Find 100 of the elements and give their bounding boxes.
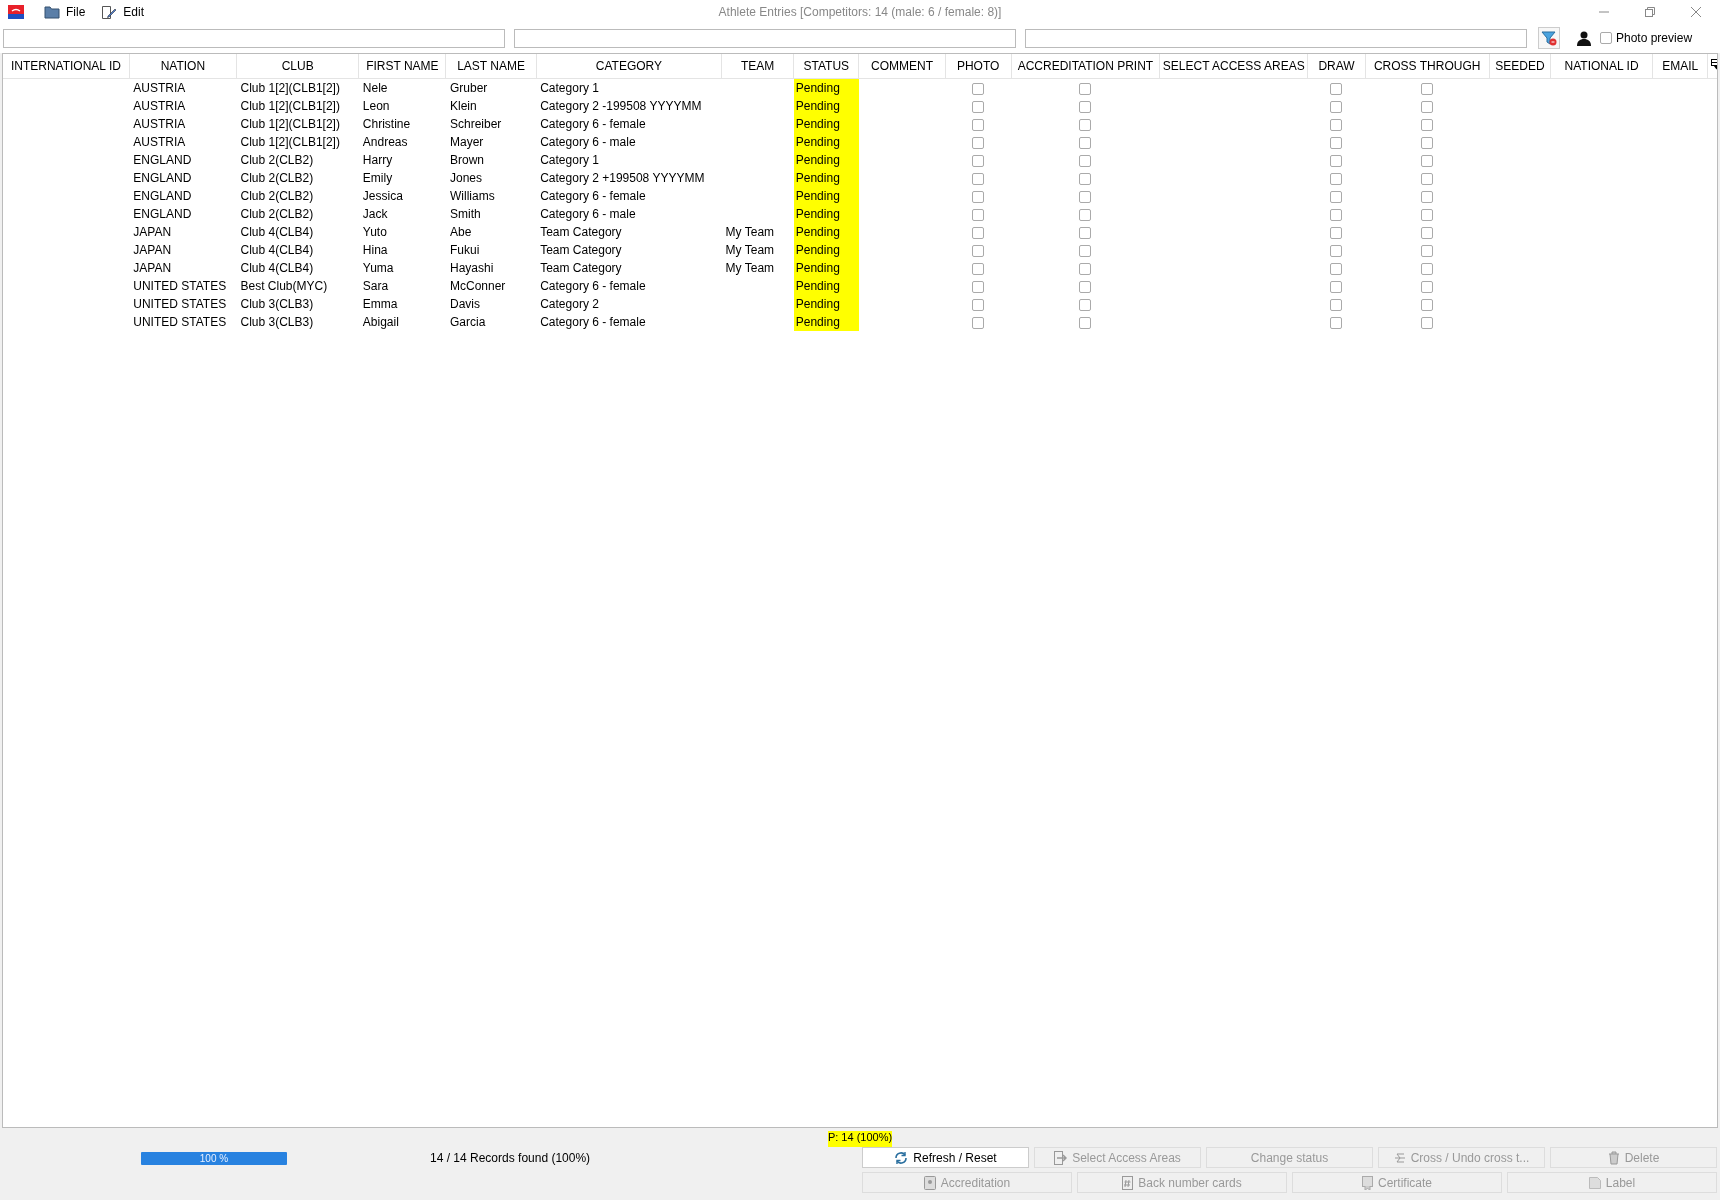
checkbox[interactable] (972, 82, 985, 95)
column-header[interactable]: CLUB (236, 54, 359, 79)
checkbox[interactable] (1079, 136, 1092, 149)
folder-icon (44, 5, 60, 19)
checkbox[interactable] (1421, 118, 1434, 131)
column-header[interactable]: COMMENT (858, 54, 946, 79)
column-header[interactable]: TEAM (721, 54, 794, 79)
checkbox[interactable] (1079, 226, 1092, 239)
menu-item[interactable]: Edit (95, 4, 151, 20)
refresh-icon (894, 1150, 909, 1165)
checkbox[interactable] (1330, 118, 1343, 131)
checkbox[interactable] (1330, 208, 1343, 221)
checkbox[interactable] (1421, 172, 1434, 185)
category-cell: Category 1 (540, 153, 599, 167)
checkbox[interactable] (1330, 100, 1343, 113)
photo-preview-checkbox[interactable]: Photo preview (1600, 31, 1693, 45)
checkbox[interactable] (1330, 172, 1343, 185)
column-header[interactable]: PHOTO (945, 54, 1012, 79)
status-summary: P: 14 (100%) (827, 1131, 893, 1147)
checkbox[interactable] (972, 262, 985, 275)
checkbox[interactable] (1079, 82, 1092, 95)
checkbox[interactable] (1421, 82, 1434, 95)
column-header[interactable]: CATEGORY (536, 54, 722, 79)
checkbox[interactable] (972, 154, 985, 167)
first-name-cell: Jack (362, 207, 388, 221)
checkbox[interactable] (972, 136, 985, 149)
checkbox[interactable] (972, 226, 985, 239)
column-header[interactable]: NATION (129, 54, 237, 79)
column-header[interactable]: SEEDED (1489, 54, 1551, 79)
checkbox[interactable] (1421, 280, 1434, 293)
column-header[interactable]: EMAIL (1652, 54, 1708, 79)
column-header[interactable]: LAST NAME (446, 54, 537, 79)
column-header[interactable]: INTERNATIONAL ID (3, 54, 130, 79)
column-header[interactable]: DRAW (1307, 54, 1366, 79)
checkbox[interactable] (972, 298, 985, 311)
checkbox[interactable] (1421, 154, 1434, 167)
checkbox[interactable] (972, 208, 985, 221)
checkbox[interactable] (1330, 154, 1343, 167)
checkbox[interactable] (1330, 262, 1343, 275)
checkbox[interactable] (1079, 244, 1092, 257)
checkbox[interactable] (1421, 244, 1434, 257)
first-name-cell: Hina (362, 243, 388, 257)
checkbox[interactable] (1330, 82, 1343, 95)
club-cell: Club 1[2](CLB1[2]) (240, 117, 340, 131)
checkbox[interactable] (1330, 244, 1343, 257)
first-name-cell: Harry (362, 153, 393, 167)
checkbox[interactable] (1421, 190, 1434, 203)
column-header[interactable]: SELECT ACCESS AREAS (1159, 54, 1308, 79)
nation-cell: AUSTRIA (133, 117, 186, 131)
checkbox[interactable] (972, 172, 985, 185)
checkbox[interactable] (972, 244, 985, 257)
checkbox[interactable] (972, 190, 985, 203)
status-cell: Pending (793, 313, 859, 331)
checkbox[interactable] (1079, 262, 1092, 275)
close-icon[interactable] (1690, 6, 1702, 18)
checkbox[interactable] (972, 100, 985, 113)
checkbox[interactable] (972, 316, 985, 329)
checkbox[interactable] (1330, 136, 1343, 149)
checkbox[interactable] (1330, 316, 1343, 329)
checkbox[interactable] (1079, 298, 1092, 311)
checkbox[interactable] (1079, 118, 1092, 131)
checkbox[interactable] (1330, 298, 1343, 311)
checkbox[interactable] (1079, 100, 1092, 113)
last-name-cell: Smith (450, 207, 481, 221)
checkbox[interactable] (1079, 316, 1092, 329)
category-cell: Category 6 - male (540, 207, 636, 221)
checkbox[interactable] (1421, 100, 1434, 113)
checkbox[interactable] (1421, 226, 1434, 239)
checkbox[interactable] (1079, 154, 1092, 167)
filter-field[interactable] (1025, 28, 1527, 48)
last-name-cell: Williams (450, 189, 495, 203)
checkbox[interactable] (1421, 262, 1434, 275)
checkbox[interactable] (1079, 190, 1092, 203)
action-button[interactable]: Refresh / Reset (862, 1147, 1029, 1168)
column-header[interactable]: FIRST NAME (358, 54, 446, 79)
checkbox[interactable] (1079, 280, 1092, 293)
checkbox[interactable] (1079, 208, 1092, 221)
filter-field[interactable] (3, 28, 505, 48)
clear-filter-button[interactable] (1538, 27, 1560, 49)
category-cell: Category 6 - female (540, 117, 646, 131)
checkbox[interactable] (1330, 190, 1343, 203)
nation-cell: UNITED STATES (133, 315, 227, 329)
column-header[interactable]: ACCREDITATION PRINT (1011, 54, 1160, 79)
checkbox[interactable] (1421, 298, 1434, 311)
filter-field[interactable] (514, 28, 1016, 48)
checkbox[interactable] (972, 280, 985, 293)
column-header[interactable]: STATUS (793, 54, 859, 79)
checkbox[interactable] (1079, 172, 1092, 185)
checkbox[interactable] (1421, 316, 1434, 329)
checkbox[interactable] (1421, 136, 1434, 149)
menu-item[interactable]: File (38, 5, 92, 19)
column-header[interactable]: NATIONAL ID (1550, 54, 1653, 79)
first-name-cell: Yuto (362, 225, 387, 239)
checkbox[interactable] (1421, 208, 1434, 221)
restore-icon[interactable] (1644, 6, 1656, 18)
column-header[interactable]: CROSS THROUGH (1365, 54, 1490, 79)
checkbox[interactable] (1330, 226, 1343, 239)
certificate-icon (1362, 1175, 1373, 1190)
checkbox[interactable] (1330, 280, 1343, 293)
checkbox[interactable] (972, 118, 985, 131)
